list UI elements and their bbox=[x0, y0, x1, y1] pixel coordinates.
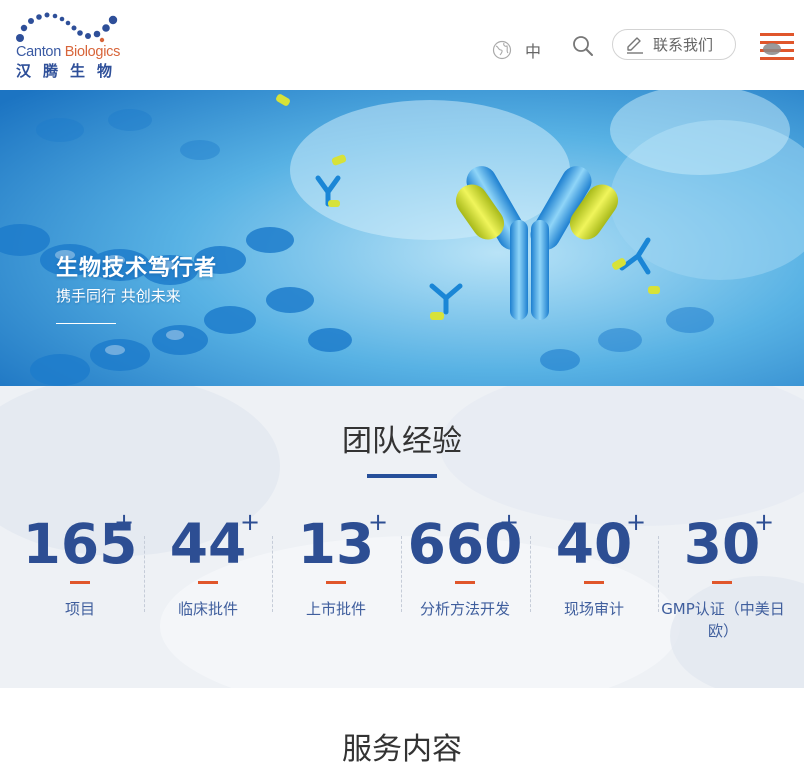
stat-plus: + bbox=[368, 508, 389, 536]
menu-icon bbox=[760, 33, 794, 60]
banner-background-image bbox=[0, 90, 804, 386]
search-button[interactable] bbox=[571, 34, 595, 58]
language-label: 中 bbox=[525, 42, 542, 61]
stat-item: 44 + 临床批件 bbox=[144, 508, 272, 644]
stat-plus: + bbox=[114, 508, 135, 536]
stat-accent-line bbox=[712, 581, 732, 584]
banner-divider bbox=[56, 323, 116, 324]
search-icon bbox=[573, 36, 593, 56]
stat-item: 30 + GMP认证（中美日欧） bbox=[658, 508, 786, 644]
stat-label: 项目 bbox=[64, 600, 95, 618]
logo[interactable]: Canton Biologics 汉腾生物 bbox=[14, 12, 121, 80]
contact-us-button[interactable]: 联系我们 bbox=[612, 29, 736, 60]
team-section-title: 团队经验 bbox=[342, 424, 462, 459]
stat-accent-line bbox=[584, 581, 604, 584]
logo-mark-icon bbox=[16, 12, 118, 43]
stat-label: 分析方法开发 bbox=[419, 600, 510, 618]
stat-item: 660 + 分析方法开发 bbox=[401, 508, 529, 644]
services-section-title: 服务内容 bbox=[342, 732, 462, 767]
pen-icon bbox=[627, 36, 643, 54]
stat-item: 165 + 项目 bbox=[16, 508, 144, 644]
stat-accent-line bbox=[70, 581, 90, 584]
hero-banner: 生物技术笃行者 携手同行 共创未来 bbox=[0, 90, 804, 386]
stat-item: 40 + 现场审计 bbox=[530, 508, 658, 644]
banner-subtitle: 携手同行 共创未来 bbox=[56, 287, 181, 305]
stat-plus: + bbox=[626, 508, 647, 536]
stat-accent-line bbox=[455, 581, 475, 584]
globe-icon bbox=[492, 40, 512, 60]
stat-item: 13 + 上市批件 bbox=[272, 508, 400, 644]
contact-us-label: 联系我们 bbox=[653, 36, 714, 54]
stat-plus: + bbox=[499, 508, 520, 536]
stat-accent-line bbox=[198, 581, 218, 584]
stat-label: 上市批件 bbox=[305, 600, 366, 618]
stat-plus: + bbox=[754, 508, 775, 536]
menu-button[interactable] bbox=[760, 32, 794, 62]
stat-accent-line bbox=[326, 581, 346, 584]
logo-text-cn: 汉腾生物 bbox=[16, 62, 125, 80]
stat-label: 临床批件 bbox=[177, 600, 238, 618]
logo-text-en: Canton Biologics bbox=[16, 44, 121, 60]
team-experience-section: 团队经验 165 + 项目 44 + 临床批件 13 + 上市批件 660 + … bbox=[0, 386, 804, 688]
banner-title: 生物技术笃行者 bbox=[56, 256, 218, 281]
site-header: Canton Biologics 汉腾生物 中 联系我们 bbox=[0, 0, 804, 90]
title-underline bbox=[367, 474, 437, 478]
stat-plus: + bbox=[240, 508, 261, 536]
language-switch[interactable]: 中 bbox=[492, 38, 541, 62]
stat-label: 现场审计 bbox=[563, 600, 624, 618]
stat-label: GMP认证（中美日欧） bbox=[661, 600, 785, 640]
